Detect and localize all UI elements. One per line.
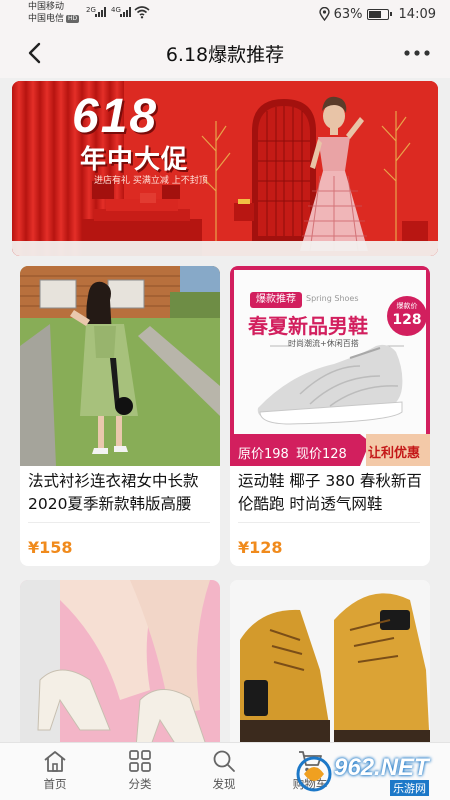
product-image — [20, 266, 220, 466]
product-price: ¥128 — [238, 538, 283, 557]
clock: 14:09 — [398, 6, 436, 22]
ad-current-price: 现价128 — [296, 447, 347, 462]
ad-original-price: 原价198 — [238, 447, 289, 462]
battery-icon — [366, 8, 392, 20]
home-icon — [44, 751, 66, 772]
ad-badge-label: 爆款价 — [396, 302, 418, 310]
watermark-icon — [296, 756, 332, 792]
watermark-text: 962.NET — [334, 754, 429, 781]
location-icon — [318, 7, 330, 21]
page-title: 6.18爆款推荐 — [165, 44, 285, 66]
carrier-1: 中国移动 — [28, 2, 65, 12]
hd-badge: HD — [66, 14, 80, 23]
tab-label: 发现 — [212, 777, 236, 791]
banner-note: 进店有礼 买满立减 上不封顶 — [94, 176, 208, 186]
signal-icon — [95, 7, 107, 17]
divider — [238, 522, 420, 523]
ad-headline: 春夏新品男鞋 — [248, 314, 368, 338]
product-price: ¥158 — [28, 538, 73, 557]
carrier-2: 中国电信 — [28, 14, 65, 24]
product-card[interactable] — [230, 580, 430, 760]
watermark-sub: 乐游网 — [390, 780, 429, 796]
ad-tagline: 时尚潮流+休闲百搭 — [288, 339, 359, 348]
carrier-info: 中国移动 中国电信 HD — [28, 1, 80, 25]
banner-headline: 618 — [72, 90, 159, 143]
status-bar: 中国移动 中国电信 HD 2G 4G 63% 14:09 — [0, 0, 450, 28]
product-image — [230, 580, 430, 760]
divider — [28, 522, 210, 523]
battery-percent: 63% — [333, 6, 363, 22]
wifi-icon — [134, 6, 150, 19]
watermark-logo: 962.NET 乐游网 — [294, 752, 444, 796]
grid-icon — [129, 750, 151, 772]
tab-category[interactable]: 分类 — [110, 749, 170, 792]
signal-icon — [120, 7, 132, 17]
bottom-tab-bar: 首页 分类 发现 购物车 962.NET 乐游网 — [0, 742, 450, 800]
banner-subtitle: 年中大促 — [80, 145, 189, 175]
promo-banner[interactable]: 618 年中大促 进店有礼 买满立减 上不封顶 — [12, 81, 438, 256]
product-name[interactable]: 运动鞋 椰子 380 春秋新百伦酷跑 时尚透气网鞋 — [238, 470, 424, 516]
ad-tag: 爆款推荐 — [256, 294, 296, 305]
product-card[interactable] — [20, 580, 220, 760]
product-card[interactable]: 法式衬衫连衣裙女中长款2020夏季新款韩版高腰 ¥158 — [20, 266, 220, 566]
tab-label: 首页 — [43, 777, 67, 791]
tab-discover[interactable]: 发现 — [194, 749, 254, 792]
more-icon[interactable] — [404, 50, 430, 56]
product-card[interactable]: 爆款推荐 Spring Shoes 春夏新品男鞋 时尚潮流+休闲百搭 爆款价 1… — [230, 266, 430, 566]
ad-badge-price: 128 — [392, 312, 422, 328]
nav-header: 6.18爆款推荐 — [0, 28, 450, 78]
search-icon — [213, 750, 235, 772]
product-name[interactable]: 法式衬衫连衣裙女中长款2020夏季新款韩版高腰 — [28, 470, 214, 516]
product-image — [20, 580, 220, 760]
ad-tag-en: Spring Shoes — [306, 294, 359, 303]
tab-label: 分类 — [128, 777, 152, 791]
ad-promo: 让利优惠 — [368, 446, 421, 461]
tab-home[interactable]: 首页 — [25, 749, 85, 792]
